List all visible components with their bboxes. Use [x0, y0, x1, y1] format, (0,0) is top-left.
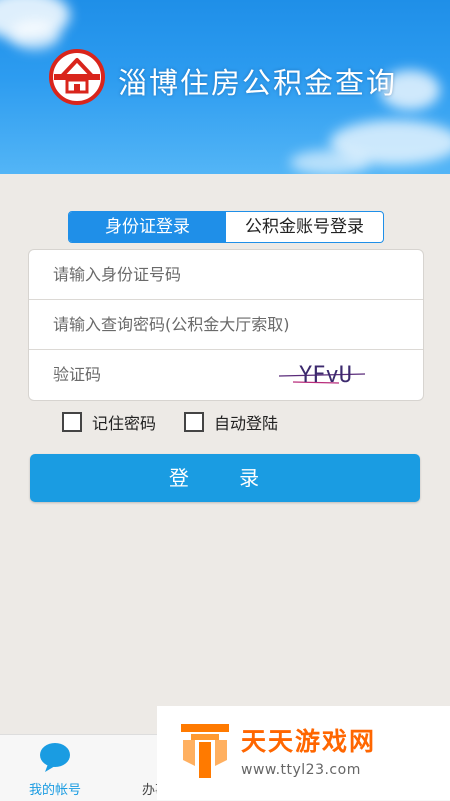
- login-options: 记住密码 自动登陆: [62, 410, 278, 434]
- watermark-title: 天天游戏网: [241, 727, 377, 756]
- nav-my-account[interactable]: 我的帐号: [0, 735, 110, 801]
- login-form: YFvU: [28, 249, 424, 401]
- watermark: 天天游戏网 www.ttyl23.com: [157, 706, 450, 800]
- captcha-row: YFvU: [29, 350, 423, 400]
- id-number-row: [29, 250, 423, 300]
- watermark-logo-icon: [181, 724, 229, 778]
- svg-text:YFvU: YFvU: [299, 363, 352, 388]
- house-logo-icon: [48, 48, 106, 106]
- password-row: [29, 300, 423, 350]
- cloud: [290, 150, 370, 174]
- id-number-input[interactable]: [29, 250, 423, 299]
- app-title: 淄博住房公积金查询: [118, 66, 398, 100]
- watermark-url: www.ttyl23.com: [241, 762, 361, 778]
- app-header: 淄博住房公积金查询: [0, 0, 450, 174]
- remember-password-checkbox[interactable]: [62, 412, 82, 432]
- auto-login-checkbox[interactable]: [184, 412, 205, 432]
- captcha-image[interactable]: YFvU: [278, 356, 366, 390]
- login-type-tabs: 身份证登录 公积金账号登录: [68, 211, 384, 243]
- remember-password-label: 记住密码: [92, 414, 157, 433]
- nav-my-account-label: 我的帐号: [28, 783, 81, 798]
- chat-bubble-icon: [40, 743, 70, 772]
- remember-password-option[interactable]: 记住密码: [62, 410, 156, 434]
- auto-login-label: 自动登陆: [214, 414, 279, 433]
- auto-login-option[interactable]: 自动登陆: [184, 410, 278, 434]
- cloud: [10, 20, 60, 50]
- login-button[interactable]: 登 录: [30, 454, 420, 502]
- tab-account-login[interactable]: 公积金账号登录: [226, 212, 383, 242]
- password-input[interactable]: [29, 300, 423, 349]
- tab-id-card-login[interactable]: 身份证登录: [69, 212, 226, 242]
